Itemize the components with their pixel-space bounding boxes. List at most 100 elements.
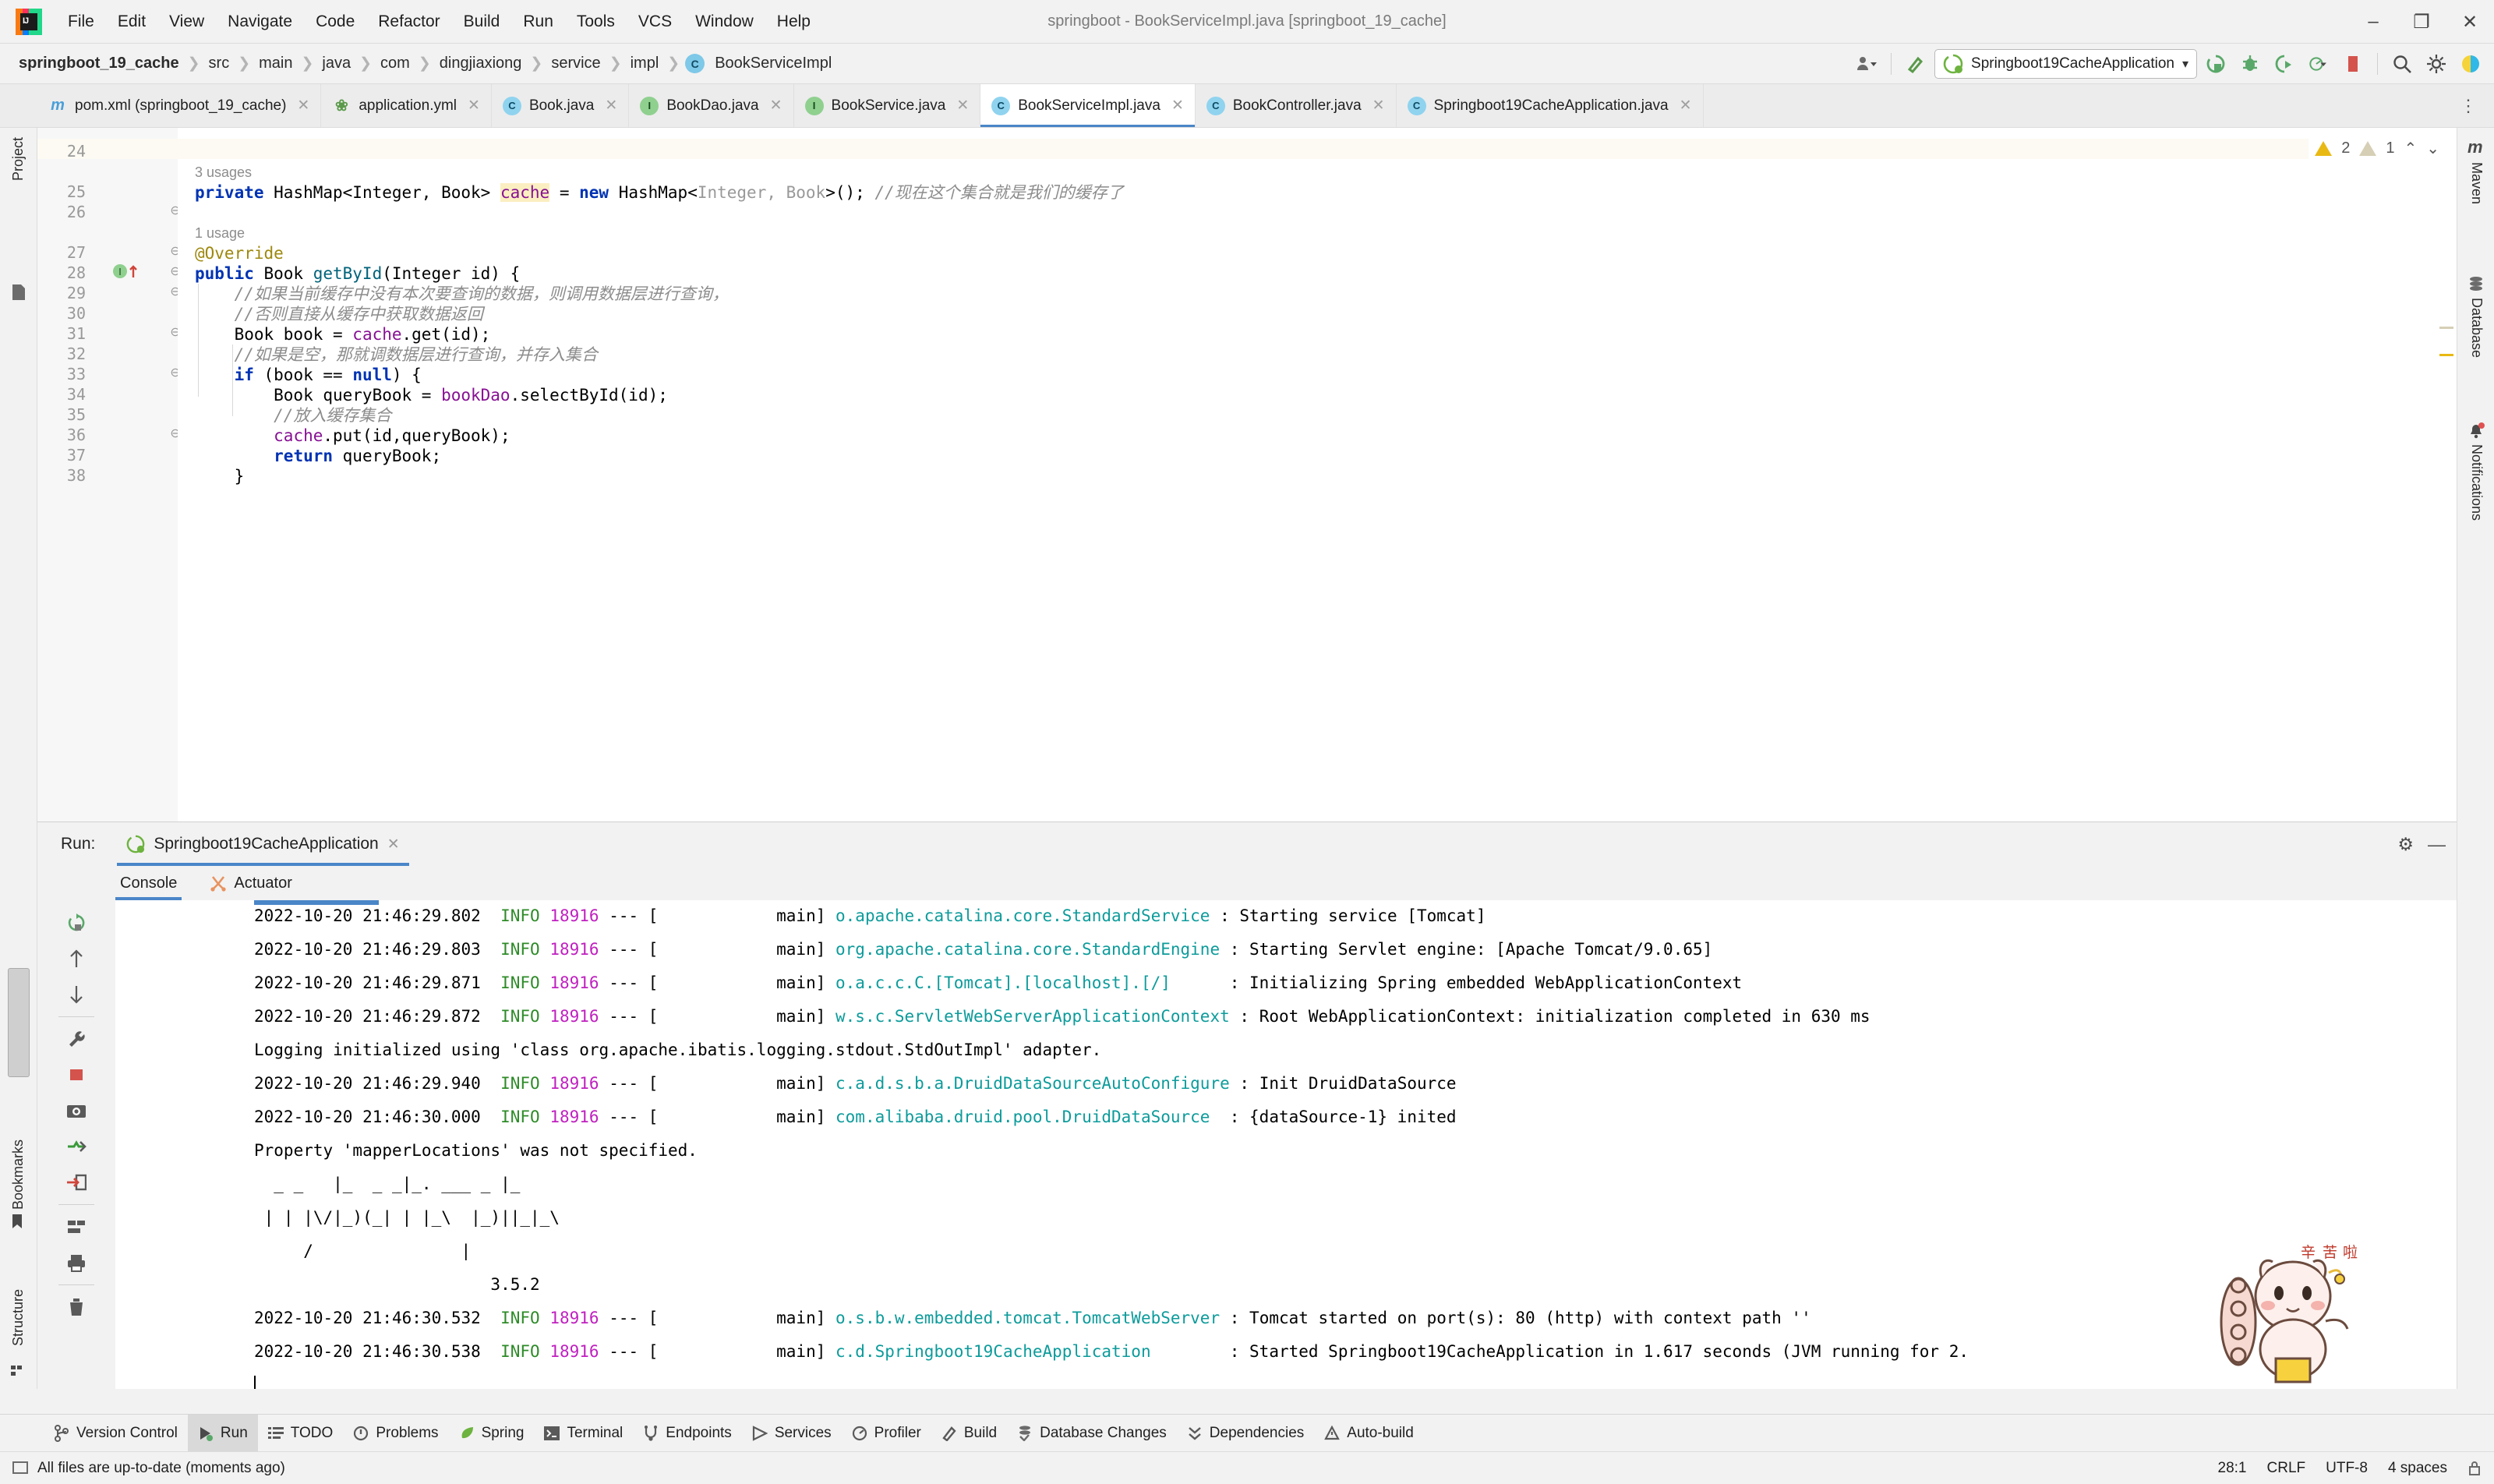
breadcrumb-item-class[interactable]: BookServiceImpl <box>712 53 835 74</box>
code-line[interactable]: //如果当前缓存中没有本次要查询的数据，则调用数据层进行查询， <box>195 284 729 304</box>
next-problem-icon[interactable]: ⌄ <box>2426 139 2439 158</box>
close-icon[interactable]: ✕ <box>387 836 400 853</box>
run-with-coverage-icon[interactable] <box>2269 48 2300 80</box>
screenshot-camera-icon[interactable] <box>56 1093 97 1129</box>
tool-window-version-control[interactable]: Version Control <box>44 1415 188 1452</box>
breadcrumb-item-dingjiaxiong[interactable]: dingjiaxiong <box>436 53 525 74</box>
close-icon[interactable]: ✕ <box>956 97 969 115</box>
close-icon[interactable]: ✕ <box>1372 97 1385 115</box>
menu-item-code[interactable]: Code <box>304 8 366 36</box>
close-icon[interactable]: ✕ <box>770 97 782 115</box>
settings-gear-icon[interactable] <box>2421 48 2452 80</box>
tab-overflow-button[interactable]: ⋮ <box>2449 84 2488 128</box>
breadcrumb-item-src[interactable]: src <box>206 53 233 74</box>
code-line[interactable]: } <box>195 466 245 486</box>
scroll-down-icon[interactable] <box>56 977 97 1012</box>
breadcrumb-item-impl[interactable]: impl <box>627 53 662 74</box>
project-files-icon[interactable] <box>11 284 26 301</box>
editor-tab-bookdao-java[interactable]: I BookDao.java ✕ <box>629 84 794 127</box>
settings-wrench-icon[interactable] <box>56 1021 97 1057</box>
menu-item-edit[interactable]: Edit <box>106 8 157 36</box>
tool-window-endpoints[interactable]: Endpoints <box>633 1415 742 1452</box>
menu-item-tools[interactable]: Tools <box>565 8 627 36</box>
run-tab-springboot[interactable]: Springboot19CacheApplication ✕ <box>117 822 409 866</box>
tool-window-auto-build[interactable]: Auto-build <box>1314 1415 1424 1452</box>
scroll-up-icon[interactable] <box>56 941 97 977</box>
run-icon[interactable] <box>2200 48 2231 80</box>
menu-item-navigate[interactable]: Navigate <box>216 8 304 36</box>
usage-hint[interactable]: 1 usage <box>195 223 245 243</box>
editor-tab-pom-xml--springboot-19-cache-[interactable]: m pom.xml (springboot_19_cache) ✕ <box>37 84 322 127</box>
scrollbar-thumb[interactable] <box>8 968 30 1077</box>
tool-window-terminal[interactable]: Terminal <box>534 1415 633 1452</box>
code-line[interactable]: private HashMap<Integer, Book> cache = n… <box>195 182 1124 203</box>
tool-window-todo[interactable]: TODO <box>258 1415 344 1452</box>
menu-item-vcs[interactable]: VCS <box>627 8 684 36</box>
close-icon[interactable]: ✕ <box>1680 97 1692 115</box>
code-line[interactable]: //放入缓存集合 <box>195 405 391 426</box>
breadcrumb-item-service[interactable]: service <box>548 53 603 74</box>
editor-scrollbar[interactable] <box>2436 128 2457 822</box>
structure-icon[interactable] <box>11 1364 25 1376</box>
breadcrumb-item-springboot-19-cache[interactable]: springboot_19_cache <box>16 53 182 74</box>
minimize-button[interactable]: – <box>2349 0 2397 44</box>
editor-tab-book-java[interactable]: C Book.java ✕ <box>491 84 630 127</box>
tool-window-run[interactable]: Run <box>187 1414 258 1452</box>
sidebar-item-bookmarks[interactable]: Bookmarks <box>10 1140 26 1210</box>
usage-hint[interactable]: 3 usages <box>195 162 252 182</box>
thread-dump-icon[interactable] <box>56 1129 97 1164</box>
profile-icon[interactable] <box>2303 48 2334 80</box>
debug-icon[interactable] <box>2234 48 2266 80</box>
notifications-bell-icon[interactable] <box>2468 422 2485 440</box>
code-content[interactable]: 3 usages private HashMap<Integer, Book> c… <box>178 128 2457 822</box>
stop-icon[interactable] <box>56 1057 97 1093</box>
console-tab-console[interactable]: Console <box>115 866 182 900</box>
code-line[interactable]: if (book == null) { <box>195 365 422 385</box>
tool-window-dependencies[interactable]: Dependencies <box>1177 1415 1314 1452</box>
tool-window-profiler[interactable]: Profiler <box>842 1415 931 1452</box>
help-icon[interactable] <box>2455 48 2486 80</box>
caret-position[interactable]: 28:1 <box>2218 1460 2247 1477</box>
sidebar-item-structure[interactable]: Structure <box>10 1289 26 1346</box>
sidebar-item-maven[interactable]: Maven <box>2468 162 2485 204</box>
code-line[interactable]: @Override <box>195 243 284 263</box>
inspection-widget[interactable]: 2 1 ⌃ ⌄ <box>2309 136 2446 161</box>
maximize-button[interactable]: ❐ <box>2397 0 2446 44</box>
code-line[interactable]: cache.put(id,queryBook); <box>195 426 510 446</box>
menu-item-window[interactable]: Window <box>684 8 765 36</box>
close-icon[interactable]: ✕ <box>605 97 617 115</box>
code-line[interactable]: return queryBook; <box>195 446 441 466</box>
bookmark-icon[interactable] <box>11 1214 23 1229</box>
more-vertical-icon[interactable]: ⋮ <box>2449 96 2488 116</box>
warning-marker[interactable] <box>2439 354 2453 356</box>
console-output[interactable]: 2022-10-20 21:46:29.802 INFO 18916 --- [… <box>115 900 2457 1389</box>
previous-problem-icon[interactable]: ⌃ <box>2404 139 2417 158</box>
minimize-icon[interactable]: — <box>2428 834 2446 855</box>
code-line[interactable]: //如果是空，那就调数据层进行查询，并存入集合 <box>195 344 598 365</box>
file-encoding[interactable]: UTF-8 <box>2326 1460 2368 1477</box>
close-icon[interactable]: ✕ <box>297 97 309 115</box>
breadcrumb-item-java[interactable]: java <box>319 53 354 74</box>
tool-window-problems[interactable]: Problems <box>343 1415 448 1452</box>
menu-item-refactor[interactable]: Refactor <box>366 8 451 36</box>
print-icon[interactable] <box>56 1245 97 1281</box>
code-line[interactable]: Book book = cache.get(id); <box>195 324 491 344</box>
sidebar-item-notifications[interactable]: Notifications <box>2468 444 2485 521</box>
code-line[interactable]: public Book getById(Integer id) { <box>195 263 520 284</box>
menu-item-run[interactable]: Run <box>511 8 565 36</box>
lock-icon[interactable] <box>2468 1461 2482 1476</box>
stop-icon[interactable] <box>2337 48 2369 80</box>
tool-window-spring[interactable]: Spring <box>449 1415 535 1452</box>
sidebar-item-project[interactable]: Project <box>10 137 26 181</box>
soft-wrap-icon[interactable] <box>56 1209 97 1245</box>
console-tab-actuator[interactable]: Actuator <box>205 866 296 900</box>
editor-gutter[interactable]: 24 25 26 ⊖ 27 ⊖ 28 ⊖ I 29 ⊖ 30 31 ⊖ 32 33 ⊖ 34 35 36 ⊖ 37 38 <box>37 128 181 822</box>
chevron-down-icon[interactable]: ▾ <box>2182 56 2188 72</box>
menu-item-help[interactable]: Help <box>765 8 822 36</box>
maven-icon[interactable]: m <box>2468 137 2483 157</box>
tool-window-services[interactable]: Services <box>742 1415 842 1452</box>
build-hammer-icon[interactable] <box>1900 48 1931 80</box>
close-icon[interactable]: ✕ <box>468 97 480 115</box>
editor-tab-bookservice-java[interactable]: I BookService.java ✕ <box>793 84 981 127</box>
weak-warning-marker[interactable] <box>2439 327 2453 329</box>
